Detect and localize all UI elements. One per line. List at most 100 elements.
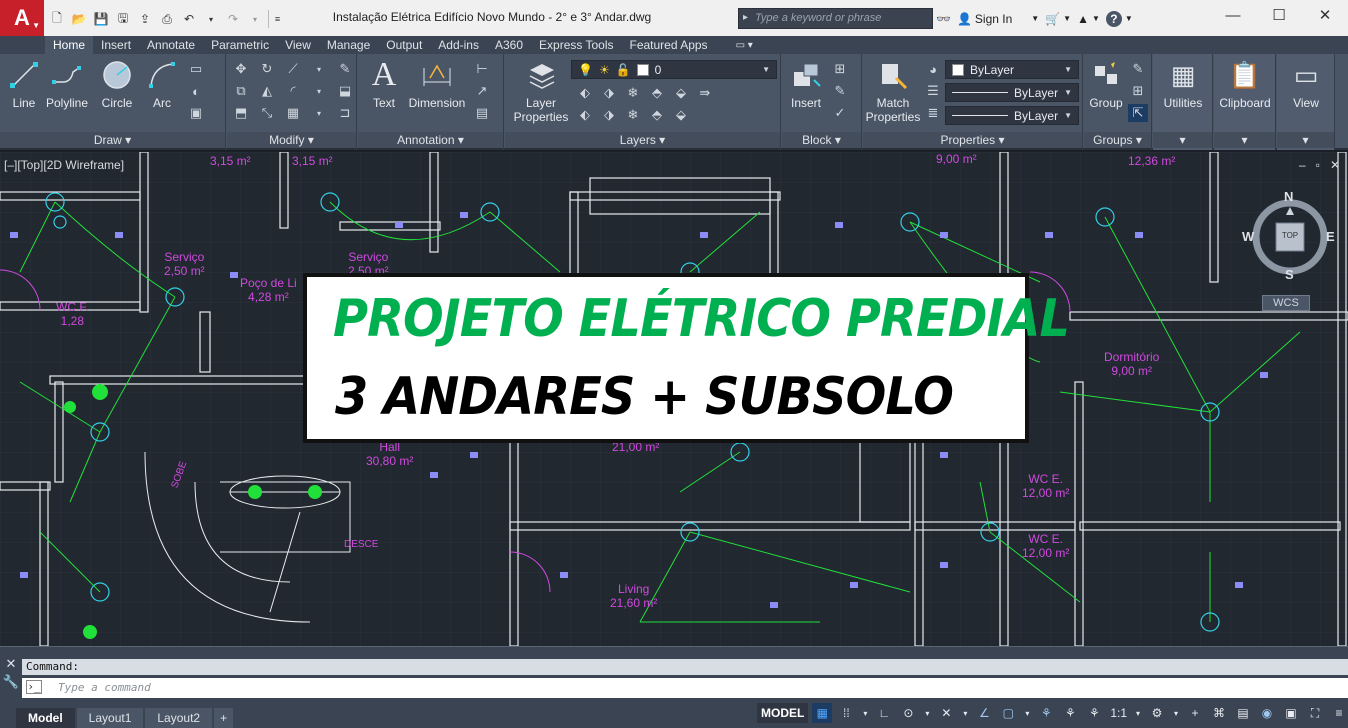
linear-dim-icon[interactable]: ⊢ xyxy=(472,60,492,78)
attribute-icon[interactable]: ✓ xyxy=(830,104,850,122)
utilities-button[interactable]: ▦ Utilities xyxy=(1155,58,1211,110)
save-as-icon[interactable]: 🖫 xyxy=(114,10,132,28)
viewcube-north[interactable]: N xyxy=(1284,189,1293,204)
panel-title-annotation[interactable]: Annotation ▾ xyxy=(358,132,503,148)
tab-parametric[interactable]: Parametric xyxy=(203,36,277,54)
print-icon[interactable]: ⎙ xyxy=(158,10,176,28)
layer-off-icon[interactable]: ⬖ xyxy=(575,84,595,102)
annotation-scale-value[interactable]: 1:1 xyxy=(1108,706,1129,720)
model-space-button[interactable]: MODEL xyxy=(757,703,809,723)
erase-icon[interactable]: ✎ xyxy=(335,60,355,78)
customization-icon[interactable]: ≡ xyxy=(1329,703,1348,723)
viewport-label[interactable]: [–][Top][2D Wireframe] xyxy=(4,158,124,172)
search-input[interactable]: ▸ Type a keyword or phrase xyxy=(738,8,933,29)
line-button[interactable]: Line xyxy=(6,58,42,110)
viewport-close-icon[interactable]: ✕ xyxy=(1330,158,1340,172)
object-snap-icon[interactable]: ▢ xyxy=(998,703,1018,723)
tab-layout1[interactable]: Layout1 xyxy=(76,708,144,728)
stay-connected-icon[interactable]: ▲ ▼ xyxy=(1077,12,1100,26)
group-button[interactable]: Group xyxy=(1086,58,1126,110)
save-to-web-icon[interactable]: ⇪ xyxy=(136,10,154,28)
isolate-objects-icon[interactable]: ◉ xyxy=(1257,703,1277,723)
wcs-menu[interactable]: WCS xyxy=(1262,295,1310,311)
rotate-icon[interactable]: ↻ xyxy=(257,60,277,78)
match-properties-button[interactable]: Match Properties xyxy=(863,58,923,124)
auto-scale-icon[interactable]: ⚘ xyxy=(1060,703,1080,723)
color-dropdown[interactable]: ByLayer ▼ xyxy=(945,60,1079,79)
insert-block-button[interactable]: Insert xyxy=(786,58,826,110)
clean-screen-icon[interactable]: ⛶ xyxy=(1305,703,1325,723)
tab-model[interactable]: Model xyxy=(16,708,75,728)
help-button[interactable]: ? ▼ xyxy=(1105,10,1133,27)
offset-icon[interactable]: ⊐ xyxy=(335,104,355,122)
linetype-icon[interactable]: ☰ xyxy=(923,82,943,100)
layer-thaw-icon[interactable]: ❄ xyxy=(623,106,643,124)
polar-tracking-icon[interactable]: ⊙ xyxy=(898,703,918,723)
binoculars-icon[interactable]: 👓 xyxy=(936,12,951,26)
table-icon[interactable]: ▤ xyxy=(472,104,492,122)
group-edit-icon[interactable]: ⊞ xyxy=(1128,82,1148,100)
group-selection-icon[interactable]: ⇱ xyxy=(1128,104,1148,122)
autodesk-app-store-icon[interactable]: 🛒 ▼ xyxy=(1045,12,1071,26)
layer-walk-icon[interactable]: ⇛ xyxy=(695,84,715,102)
panel-title-block[interactable]: Block ▾ xyxy=(782,132,861,148)
tab-a360[interactable]: A360 xyxy=(487,36,531,54)
undo-dropdown-icon[interactable]: ▾ xyxy=(202,10,220,28)
command-input[interactable]: ›_ Type a command xyxy=(22,678,1348,698)
ungroup-icon[interactable]: ✎ xyxy=(1128,60,1148,78)
add-layout-icon[interactable]: + xyxy=(214,708,234,728)
application-menu-button[interactable]: A ▼ xyxy=(0,0,44,36)
drawing-canvas[interactable]: [–][Top][2D Wireframe] – ▫ ✕ 3,15 m² 3,1… xyxy=(0,152,1348,646)
hardware-acceleration-icon[interactable]: ▣ xyxy=(1281,703,1301,723)
save-icon[interactable]: 💾 xyxy=(92,10,110,28)
copy-icon[interactable]: ⧉ xyxy=(231,82,251,100)
layer-copy-icon[interactable]: ⬙ xyxy=(671,106,691,124)
color-wheel-icon[interactable]: ◕ xyxy=(923,60,943,78)
ortho-icon[interactable]: ∟ xyxy=(874,703,894,723)
view-button[interactable]: ▭ View xyxy=(1279,58,1333,110)
redo-icon[interactable]: ↷ xyxy=(224,10,242,28)
tab-featured-apps[interactable]: Featured Apps xyxy=(622,36,716,54)
rectangle-icon[interactable]: ▭ xyxy=(186,60,206,78)
tab-express-tools[interactable]: Express Tools xyxy=(531,36,621,54)
layer-lock-icon[interactable]: ⬘ xyxy=(647,84,667,102)
tab-home[interactable]: Home xyxy=(45,36,94,54)
close-command-icon[interactable]: ✕ xyxy=(0,655,22,673)
viewport-restore-icon[interactable]: ▫ xyxy=(1316,158,1320,172)
units-icon[interactable]: ⌘ xyxy=(1209,703,1229,723)
utilities-dropdown[interactable]: ▾ xyxy=(1153,132,1212,148)
fillet-icon[interactable]: ◜ xyxy=(283,82,303,100)
trim-icon[interactable]: ⟋ xyxy=(283,60,303,78)
explode-icon[interactable]: ⬓ xyxy=(335,82,355,100)
panel-title-groups[interactable]: Groups ▾ xyxy=(1084,132,1151,148)
dropdown-icon[interactable]: ▾ xyxy=(860,703,870,723)
dimension-button[interactable]: Dimension xyxy=(404,58,470,110)
array-icon[interactable]: ▦ xyxy=(283,104,303,122)
customize-wrench-icon[interactable]: 🔧 xyxy=(0,673,22,691)
layer-freeze-icon[interactable]: ❄ xyxy=(623,84,643,102)
annotation-scale-icon[interactable]: ⚘ xyxy=(1084,703,1104,723)
dropdown-icon[interactable]: ▾ xyxy=(922,703,932,723)
circle-button[interactable]: Circle xyxy=(98,58,136,110)
hatch-icon[interactable]: ◐ xyxy=(186,82,206,100)
clipboard-button[interactable]: 📋 Clipboard xyxy=(1216,58,1274,110)
dropdown-icon[interactable]: ▾ xyxy=(1022,703,1032,723)
dropdown-icon[interactable]: ▾ xyxy=(1133,703,1143,723)
undo-icon[interactable]: ↶ xyxy=(180,10,198,28)
panel-title-layers[interactable]: Layers ▾ xyxy=(505,132,780,148)
maximize-icon[interactable]: ☐ xyxy=(1256,0,1302,30)
edit-block-icon[interactable]: ✎ xyxy=(830,82,850,100)
sign-in-button[interactable]: 👤 Sign In ▼ xyxy=(957,12,1039,26)
lineweight-dropdown[interactable]: ByLayer ▼ xyxy=(945,106,1079,125)
open-folder-icon[interactable]: 📂 xyxy=(70,10,88,28)
layer-unlock-icon[interactable]: ⬘ xyxy=(647,106,667,124)
arc-button[interactable]: Arc xyxy=(144,58,180,110)
tab-output[interactable]: Output xyxy=(378,36,430,54)
text-button[interactable]: A Text xyxy=(362,58,406,111)
tab-insert[interactable]: Insert xyxy=(93,36,139,54)
polyline-button[interactable]: Polyline xyxy=(44,58,90,110)
tab-manage[interactable]: Manage xyxy=(319,36,378,54)
ribbon-minimize-icon[interactable]: ▭ ▾ xyxy=(736,40,753,51)
clipboard-dropdown[interactable]: ▾ xyxy=(1214,132,1275,148)
layer-previous-icon[interactable]: ⬖ xyxy=(575,106,595,124)
